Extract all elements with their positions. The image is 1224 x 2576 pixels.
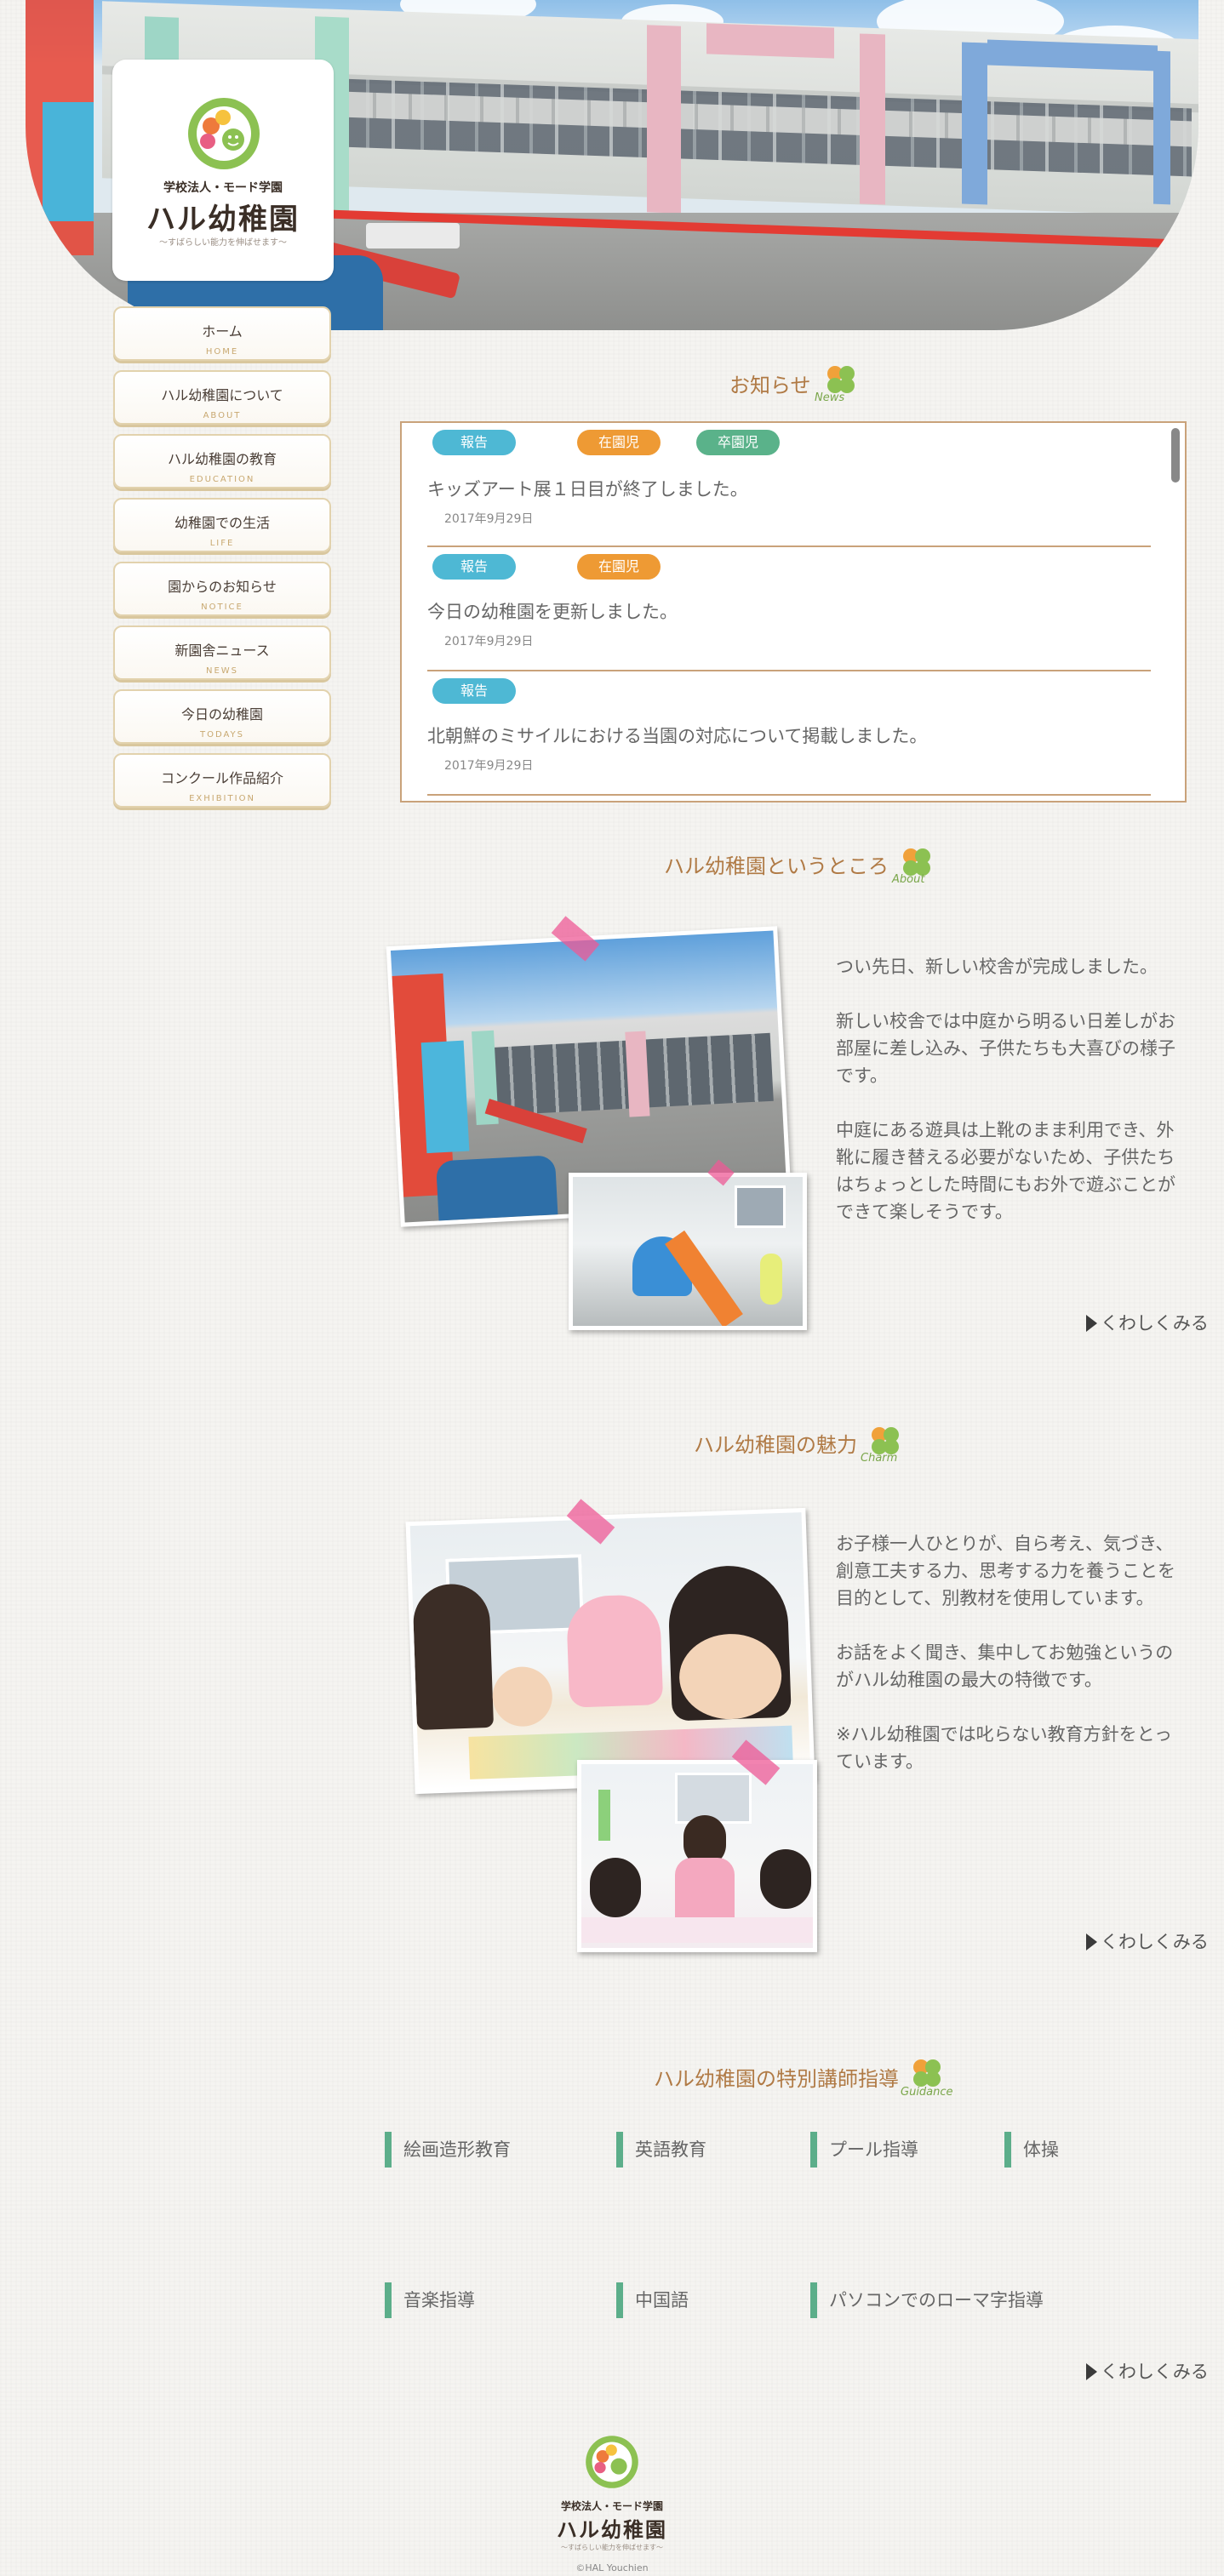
charm-en-label: Charm	[861, 1452, 898, 1465]
about-paragraph: つい先日、新しい校舎が完成しました。	[836, 957, 1158, 977]
guidance-item-pool[interactable]: プール指導	[810, 2132, 918, 2168]
nav-label: ホーム	[202, 323, 243, 340]
news-item-date: 2017年9月29日	[444, 759, 534, 773]
logo-tagline: ～すばらしい能力を伸ばせます～	[159, 238, 287, 248]
nav-label-en: NEWS	[205, 666, 239, 676]
guidance-item-computer[interactable]: パソコンでのローマ字指導	[810, 2282, 1044, 2318]
tag-graduates[interactable]: 卒園児	[696, 430, 780, 455]
guidance-item-chinese[interactable]: 中国語	[616, 2282, 689, 2318]
logo-mark-icon	[188, 98, 260, 169]
news-item-date: 2017年9月29日	[444, 512, 534, 526]
nav-item-about[interactable]: ハル幼稚園について ABOUT	[113, 370, 331, 425]
logo-sub-text: 学校法人・モード学園	[163, 181, 283, 195]
nav-label-en: HOME	[205, 347, 239, 357]
charm-heading: ハル幼稚園の魅力 Charm	[694, 1421, 915, 1465]
about-more-link[interactable]: くわしくみる	[1086, 1310, 1209, 1335]
nav-label: ハル幼稚園の教育	[167, 451, 277, 467]
guidance-title: ハル幼稚園の特別講師指導	[654, 2067, 899, 2091]
news-list[interactable]: 報告 在園児 卒園児 キッズアート展１日目が終了しました。 2017年9月29日…	[400, 421, 1187, 803]
news-item-title[interactable]: キッズアート展１日目が終了しました。	[427, 476, 748, 501]
charm-photo-kids	[577, 1760, 817, 1952]
nav-label: 新園舎ニュース	[174, 643, 270, 659]
triangle-right-icon	[1086, 2363, 1097, 2380]
nav-item-notice[interactable]: 園からのお知らせ NOTICE	[113, 562, 331, 616]
guidance-heading: ハル幼稚園の特別講師指導 Guidance	[654, 2055, 969, 2099]
charm-text: お子様一人ひとりが、自ら考え、気づき、創意工夫する力、思考する力を養うことを目的…	[836, 1530, 1187, 1802]
news-en-label: News	[815, 391, 845, 404]
nav-label: 今日の幼稚園	[180, 706, 263, 723]
copyright: ©HAL Youchien	[575, 2562, 649, 2573]
nav-label-en: ABOUT	[203, 411, 242, 420]
footer-sub-text: 学校法人・モード学園	[560, 2500, 663, 2512]
nav-label-en: LIFE	[209, 539, 235, 548]
news-item-title[interactable]: 今日の幼稚園を更新しました。	[427, 598, 678, 624]
tag-report[interactable]: 報告	[432, 678, 516, 704]
nav-label: コンクール作品紹介	[160, 770, 283, 786]
guidance-item-art[interactable]: 絵画造形教育	[385, 2132, 511, 2168]
nav-label-en: EXHIBITION	[189, 794, 255, 803]
charm-title: ハル幼稚園の魅力	[694, 1433, 857, 1457]
tag-current-students[interactable]: 在園児	[577, 430, 661, 455]
footer-name: ハル幼稚園	[557, 2518, 667, 2542]
tag-report[interactable]: 報告	[432, 430, 516, 455]
guidance-en-label: Guidance	[901, 2086, 953, 2099]
about-text: つい先日、新しい校舎が完成しました。 新しい校舎では中庭から明るい日差しがお部屋…	[836, 953, 1185, 1253]
nav-label-en: TODAYS	[199, 730, 245, 740]
guidance-more-link[interactable]: くわしくみる	[1086, 2358, 1209, 2384]
nav-item-news[interactable]: 新園舎ニュース NEWS	[113, 625, 331, 680]
triangle-right-icon	[1086, 1933, 1097, 1951]
footer: 学校法人・モード学園 ハル幼稚園 ～すばらしい能力を伸ばせます～ ©HAL Yo…	[527, 2434, 697, 2573]
site-logo[interactable]: 学校法人・モード学園 ハル幼稚園 ～すばらしい能力を伸ばせます～	[112, 60, 334, 281]
nav-label: 幼稚園での生活	[174, 515, 270, 531]
about-en-label: About	[892, 873, 925, 886]
more-label: くわしくみる	[1101, 1932, 1209, 1952]
guidance-item-english[interactable]: 英語教育	[616, 2132, 706, 2168]
about-heading: ハル幼稚園というところ About	[664, 842, 936, 886]
nav-label-en: EDUCATION	[189, 475, 255, 484]
charm-paragraph: お話をよく聞き、集中してお勉強というのがハル幼稚園の最大の特徴です。	[836, 1642, 1174, 1690]
more-label: くわしくみる	[1101, 2362, 1209, 2382]
guidance-item-music[interactable]: 音楽指導	[385, 2282, 475, 2318]
about-paragraph: 新しい校舎では中庭から明るい日差しがお部屋に差し込み、子供たちも大喜びの様子です…	[836, 1011, 1175, 1086]
nav-label: 園からのお知らせ	[168, 579, 277, 595]
nav-item-todays[interactable]: 今日の幼稚園 TODAYS	[113, 689, 331, 744]
nav-label: ハル幼稚園について	[161, 387, 283, 403]
footer-logo-icon	[586, 2436, 638, 2488]
charm-paragraph: お子様一人ひとりが、自ら考え、気づき、創意工夫する力、思考する力を養うことを目的…	[836, 1534, 1175, 1608]
news-item[interactable]: 報告 北朝鮮のミサイルにおける当園の対応について掲載しました。 2017年9月2…	[427, 671, 1151, 796]
footer-tagline: ～すばらしい能力を伸ばせます～	[561, 2544, 663, 2551]
side-nav: ホーム HOME ハル幼稚園について ABOUT ハル幼稚園の教育 EDUCATION…	[113, 306, 331, 817]
nav-item-exhibition[interactable]: コンクール作品紹介 EXHIBITION	[113, 753, 331, 808]
about-photo-slide	[569, 1173, 807, 1330]
charm-paragraph: ※ハル幼稚園では叱らない教育方針をとっています。	[836, 1724, 1172, 1772]
news-item[interactable]: 報告 在園児 卒園児 キッズアート展１日目が終了しました。 2017年9月29日	[427, 423, 1151, 547]
triangle-right-icon	[1086, 1315, 1097, 1332]
nav-label-en: NOTICE	[201, 603, 243, 612]
news-title: お知らせ	[729, 374, 811, 397]
charm-more-link[interactable]: くわしくみる	[1086, 1928, 1209, 1954]
logo-name: ハル幼稚園	[146, 203, 300, 237]
news-item-title[interactable]: 北朝鮮のミサイルにおける当園の対応について掲載しました。	[427, 723, 927, 748]
news-item-date: 2017年9月29日	[444, 635, 534, 648]
nav-item-education[interactable]: ハル幼稚園の教育 EDUCATION	[113, 434, 331, 488]
news-heading: お知らせ News	[729, 362, 866, 404]
tag-current-students[interactable]: 在園児	[577, 554, 661, 580]
guidance-item-gymnastics[interactable]: 体操	[1004, 2132, 1059, 2168]
more-label: くわしくみる	[1101, 1313, 1209, 1334]
news-item[interactable]: 報告 在園児 今日の幼稚園を更新しました。 2017年9月29日	[427, 547, 1151, 671]
nav-item-home[interactable]: ホーム HOME	[113, 306, 331, 361]
news-scrollbar[interactable]	[1171, 428, 1180, 483]
nav-item-life[interactable]: 幼稚園での生活 LIFE	[113, 498, 331, 552]
about-title: ハル幼稚園というところ	[664, 854, 889, 878]
tag-report[interactable]: 報告	[432, 554, 516, 580]
about-paragraph: 中庭にある遊具は上靴のまま利用でき、外靴に履き替える必要がないため、子供たちはち…	[836, 1120, 1175, 1222]
